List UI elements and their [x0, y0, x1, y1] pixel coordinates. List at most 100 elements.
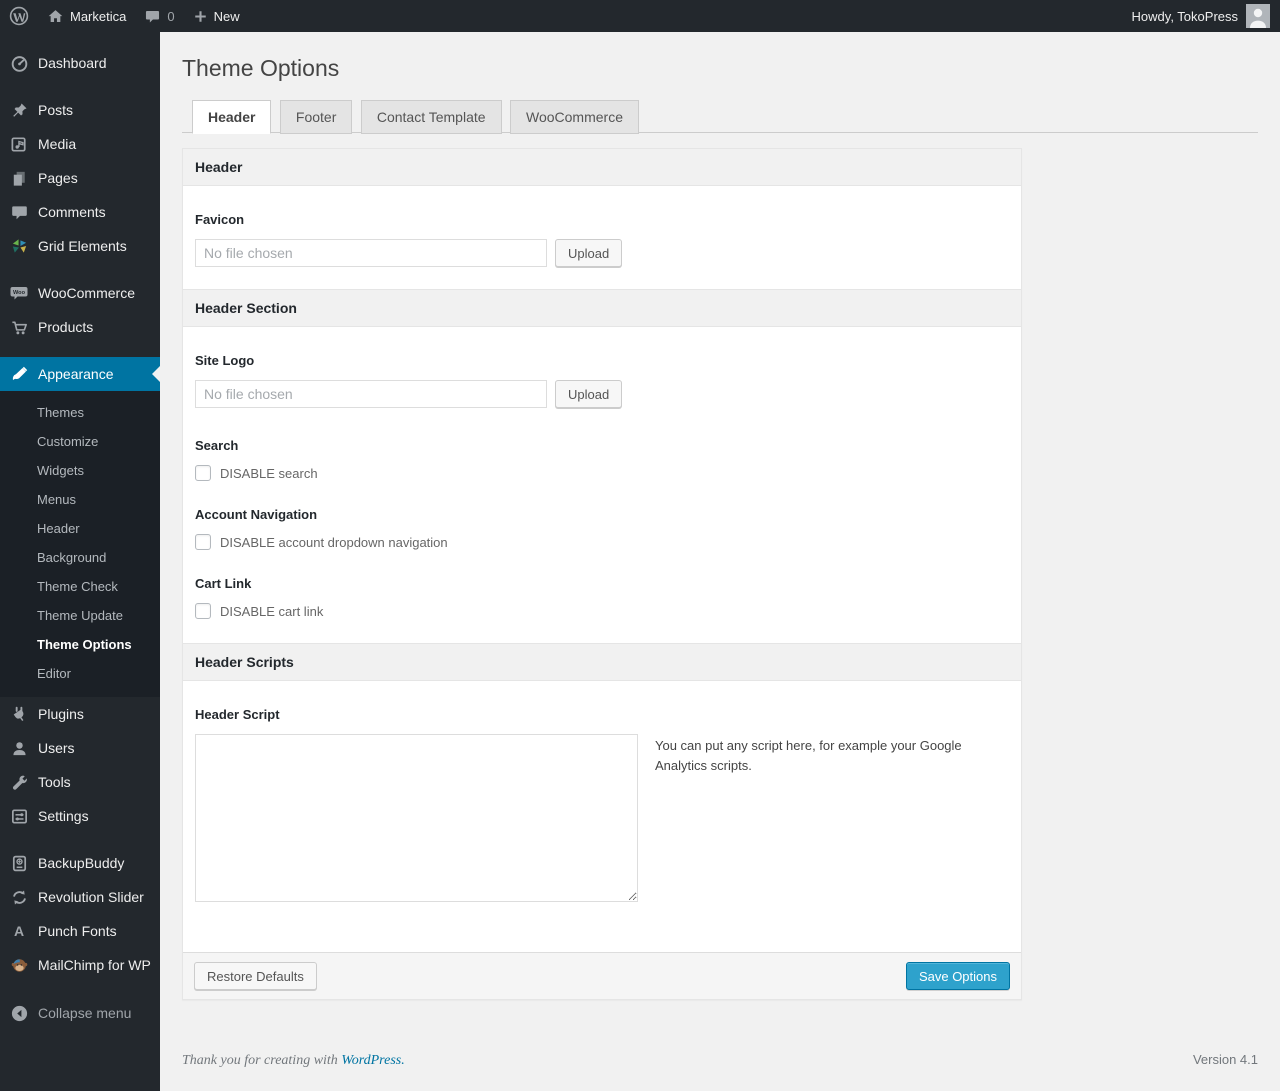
sidebar-item-revolution-slider[interactable]: Revolution Slider: [0, 880, 160, 914]
sidebar-item-posts[interactable]: Posts: [0, 93, 160, 127]
wordpress-link[interactable]: WordPress.: [341, 1053, 404, 1068]
comment-bubble-icon: [144, 8, 161, 25]
search-label: Search: [195, 438, 239, 453]
section-body-header-scripts: Header Script You can put any script her…: [183, 681, 1021, 952]
menu-separator: [0, 344, 160, 357]
site-logo-file-input[interactable]: [195, 380, 547, 408]
user-icon: [9, 738, 29, 758]
site-name-label: Marketica: [70, 8, 127, 24]
submenu-item-theme-options[interactable]: Theme Options: [0, 630, 160, 659]
sidebar-item-settings[interactable]: Settings: [0, 799, 160, 833]
sidebar-item-products[interactable]: Products: [0, 310, 160, 344]
submenu-item-menus[interactable]: Menus: [0, 485, 160, 514]
svg-text:Woo: Woo: [13, 290, 26, 296]
site-name-link[interactable]: Marketica: [38, 0, 135, 32]
sidebar-item-appearance[interactable]: Appearance: [0, 357, 160, 391]
wordpress-logo-icon: [9, 6, 29, 26]
tab-woocommerce[interactable]: WooCommerce: [510, 100, 639, 134]
disable-search-label[interactable]: DISABLE search: [220, 466, 318, 481]
admin-sidebar: Dashboard Posts Media Pages Comments Gri…: [0, 32, 160, 1091]
site-logo-label: Site Logo: [195, 353, 255, 368]
cart-icon: [9, 317, 29, 337]
submenu-item-customize[interactable]: Customize: [0, 427, 160, 456]
backup-icon: [9, 853, 29, 873]
comment-count: 0: [167, 8, 175, 24]
disable-cart-link-label[interactable]: DISABLE cart link: [220, 604, 323, 619]
submenu-item-editor[interactable]: Editor: [0, 659, 160, 688]
menu-separator: [0, 263, 160, 276]
theme-options-panel: Header Favicon Upload Header Section Sit…: [182, 148, 1022, 1000]
sidebar-item-label: Posts: [38, 102, 74, 118]
account-menu[interactable]: Howdy, TokoPress: [1132, 0, 1280, 32]
tab-bar: Header Footer Contact Template WooCommer…: [182, 99, 1258, 134]
sidebar-item-plugins[interactable]: Plugins: [0, 697, 160, 731]
favicon-upload-button[interactable]: Upload: [555, 239, 623, 267]
dashboard-icon: [9, 53, 29, 73]
avatar: [1246, 4, 1270, 28]
panel-footer: Restore Defaults Save Options: [183, 952, 1021, 999]
pin-icon: [9, 100, 29, 120]
sidebar-item-media[interactable]: Media: [0, 127, 160, 161]
sidebar-item-label: Plugins: [38, 706, 84, 722]
footer-thanks-text: Thank you for creating with WordPress.: [182, 1053, 405, 1069]
sidebar-item-dashboard[interactable]: Dashboard: [0, 46, 160, 80]
site-logo-upload-button[interactable]: Upload: [555, 380, 623, 408]
plus-icon: [193, 9, 208, 24]
settings-icon: [9, 806, 29, 826]
tab-footer[interactable]: Footer: [279, 100, 353, 134]
submenu-item-background[interactable]: Background: [0, 543, 160, 572]
restore-defaults-button[interactable]: Restore Defaults: [194, 962, 317, 990]
new-label: New: [213, 8, 240, 24]
submenu-item-theme-check[interactable]: Theme Check: [0, 572, 160, 601]
submenu-item-themes[interactable]: Themes: [0, 398, 160, 427]
cart-link-label: Cart Link: [195, 576, 252, 591]
sidebar-item-tools[interactable]: Tools: [0, 765, 160, 799]
section-header-header-scripts: Header Scripts: [183, 643, 1021, 681]
tab-header[interactable]: Header: [192, 100, 272, 134]
disable-cart-link-checkbox[interactable]: [195, 603, 211, 619]
admin-bar: Marketica 0 New Howdy, TokoPress: [0, 0, 1280, 32]
sidebar-item-users[interactable]: Users: [0, 731, 160, 765]
letter-a-icon: A: [13, 923, 25, 939]
sidebar-item-label: Settings: [38, 808, 89, 824]
collapse-menu-button[interactable]: Collapse menu: [0, 996, 160, 1030]
sidebar-item-backupbuddy[interactable]: BackupBuddy: [0, 846, 160, 880]
sidebar-item-pages[interactable]: Pages: [0, 161, 160, 195]
section-body-header-section: Site Logo Upload Search DISABLE search A…: [183, 327, 1021, 643]
disable-account-nav-checkbox[interactable]: [195, 534, 211, 550]
submenu-item-widgets[interactable]: Widgets: [0, 456, 160, 485]
sidebar-item-comments[interactable]: Comments: [0, 195, 160, 229]
section-header-header-section: Header Section: [183, 289, 1021, 327]
sidebar-item-label: Tools: [38, 774, 71, 790]
disable-search-checkbox[interactable]: [195, 465, 211, 481]
new-content-button[interactable]: New: [184, 0, 249, 32]
wordpress-menu[interactable]: [0, 0, 38, 32]
menu-separator: [0, 32, 160, 46]
submenu-item-theme-update[interactable]: Theme Update: [0, 601, 160, 630]
pages-icon: [9, 168, 29, 188]
sidebar-item-grid-elements[interactable]: Grid Elements: [0, 229, 160, 263]
sidebar-item-label: Grid Elements: [38, 238, 127, 254]
sidebar-item-label: Appearance: [38, 366, 114, 382]
collapse-menu-label: Collapse menu: [38, 1005, 132, 1021]
favicon-file-input[interactable]: [195, 239, 547, 267]
header-script-textarea[interactable]: [195, 734, 638, 902]
sidebar-item-mailchimp[interactable]: MailChimp for WP: [0, 948, 160, 982]
submenu-item-header[interactable]: Header: [0, 514, 160, 543]
save-options-button[interactable]: Save Options: [905, 962, 1010, 990]
mailchimp-monkey-icon: [9, 955, 29, 975]
sidebar-item-punch-fonts[interactable]: A Punch Fonts: [0, 914, 160, 948]
media-icon: [9, 134, 29, 154]
sidebar-item-label: WooCommerce: [38, 285, 135, 301]
comments-shortcut[interactable]: 0: [135, 0, 183, 32]
sidebar-item-label: Media: [38, 136, 77, 152]
menu-separator: [0, 80, 160, 93]
page-footer: Thank you for creating with WordPress. V…: [182, 1052, 1258, 1069]
woocommerce-icon: Woo: [9, 283, 29, 303]
appearance-submenu: Themes Customize Widgets Menus Header Ba…: [0, 391, 160, 697]
home-icon: [47, 8, 64, 25]
disable-account-nav-label[interactable]: DISABLE account dropdown navigation: [220, 535, 448, 550]
sidebar-item-woocommerce[interactable]: Woo WooCommerce: [0, 276, 160, 310]
plugin-icon: [9, 704, 29, 724]
tab-contact-template[interactable]: Contact Template: [360, 100, 502, 134]
